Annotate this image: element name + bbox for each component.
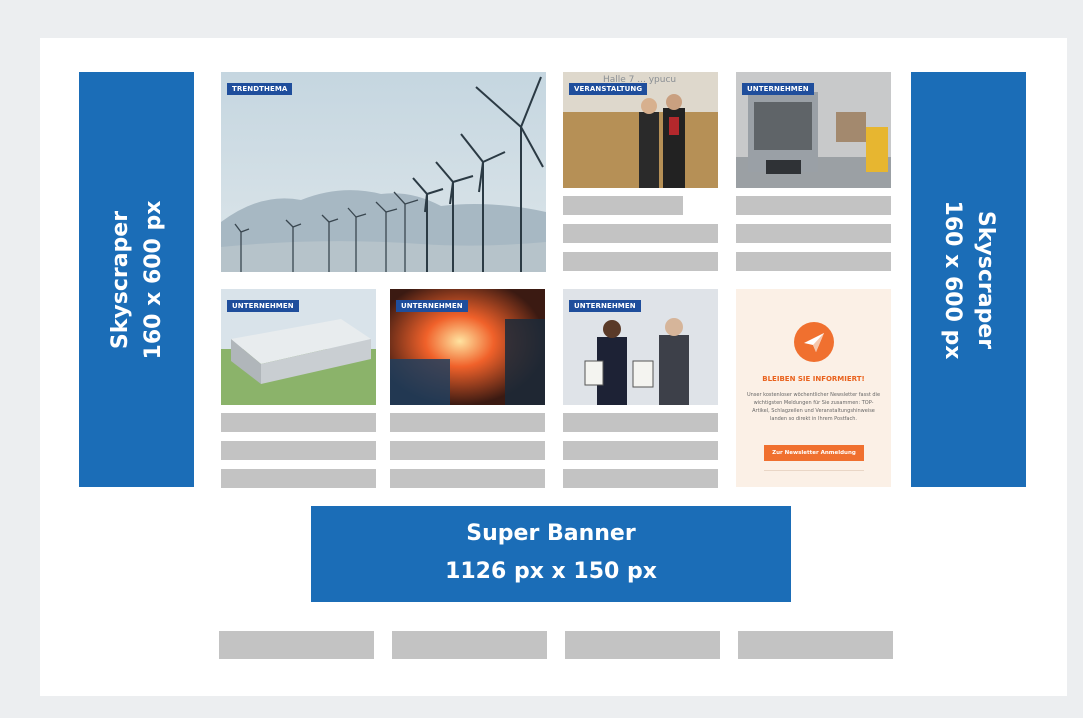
placeholder-bar	[390, 469, 545, 488]
tile-badge: UNTERNEHMEN	[227, 300, 299, 312]
footer-placeholder-bar	[565, 631, 720, 659]
footer-placeholder-bar	[392, 631, 547, 659]
skyscraper-left-line2: 160 x 600 px	[140, 200, 166, 359]
skyscraper-left-label: Skyscraper 160 x 600 px	[104, 130, 170, 430]
tile-badge: TRENDTHEMA	[227, 83, 293, 95]
placeholder-bar	[390, 441, 545, 460]
skyscraper-right-line2: 160 x 600 px	[939, 200, 965, 359]
placeholder-bar	[563, 469, 718, 488]
skyscraper-left-line1: Skyscraper	[107, 210, 133, 349]
placeholder-bar	[736, 224, 891, 243]
article-tile-unternehmen-1[interactable]: UNTERNEHMEN	[736, 72, 891, 188]
article-tile-unternehmen-3[interactable]: UNTERNEHMEN	[390, 289, 545, 405]
placeholder-bar	[563, 413, 718, 432]
placeholder-bar	[221, 469, 376, 488]
wind-turbines-image	[221, 72, 546, 272]
article-tile-veranstaltung[interactable]: Halle 7 ... ypucu VERANSTALTUNG	[563, 72, 718, 188]
placeholder-bar	[221, 441, 376, 460]
newsletter-body: Unser kostenloser wöchentlicher Newslett…	[746, 392, 881, 422]
skyscraper-right-ad[interactable]: Skyscraper 160 x 600 px	[911, 72, 1026, 487]
placeholder-bar	[563, 441, 718, 460]
placeholder-bar	[221, 413, 376, 432]
tile-badge: UNTERNEHMEN	[396, 300, 468, 312]
skyscraper-right-label: Skyscraper 160 x 600 px	[936, 130, 1002, 430]
newsletter-divider	[764, 470, 864, 471]
placeholder-bar	[563, 252, 718, 271]
article-tile-unternehmen-2[interactable]: UNTERNEHMEN	[221, 289, 376, 405]
newsletter-signup-button[interactable]: Zur Newsletter Anmeldung	[764, 445, 864, 461]
placeholder-bar	[736, 196, 891, 215]
tile-badge: UNTERNEHMEN	[742, 83, 814, 95]
tile-badge: UNTERNEHMEN	[569, 300, 641, 312]
placeholder-bar	[563, 196, 683, 215]
tile-badge: VERANSTALTUNG	[569, 83, 648, 95]
article-tile-trendthema[interactable]: TRENDTHEMA	[221, 72, 546, 272]
placeholder-bar	[390, 413, 545, 432]
skyscraper-right-line1: Skyscraper	[972, 210, 998, 349]
article-tile-unternehmen-4[interactable]: UNTERNEHMEN	[563, 289, 718, 405]
footer-placeholder-bar	[738, 631, 893, 659]
newsletter-box: BLEIBEN SIE INFORMIERT! Unser kostenlose…	[736, 289, 891, 487]
super-banner-ad[interactable]: Super Banner 1126 px x 150 px	[311, 506, 791, 602]
skyscraper-left-ad[interactable]: Skyscraper 160 x 600 px	[79, 72, 194, 487]
footer-placeholder-bar	[219, 631, 374, 659]
super-banner-line2: 1126 px x 150 px	[445, 559, 657, 584]
newsletter-title: BLEIBEN SIE INFORMIERT!	[762, 375, 865, 383]
placeholder-bar	[563, 224, 718, 243]
super-banner-line1: Super Banner	[466, 521, 636, 546]
paper-plane-icon	[794, 322, 834, 362]
placeholder-bar	[736, 252, 891, 271]
